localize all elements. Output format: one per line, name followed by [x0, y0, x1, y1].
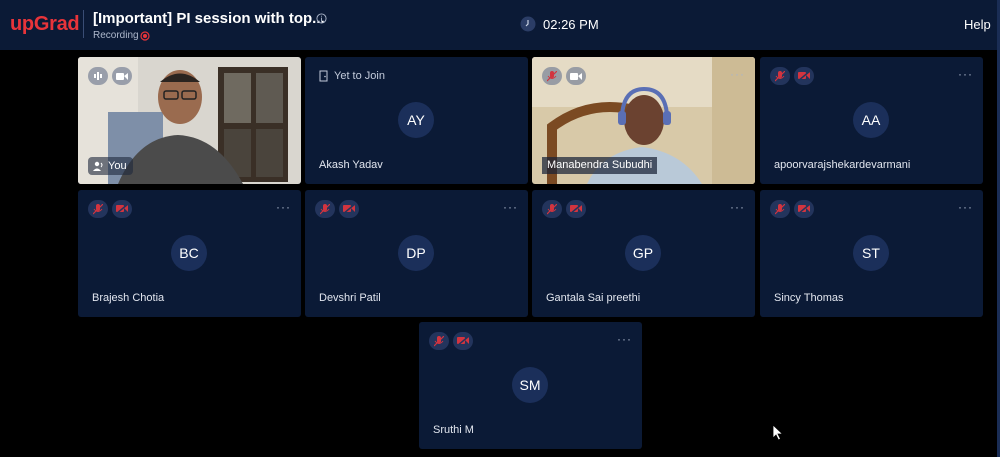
camera-icon — [570, 72, 582, 80]
more-options-icon[interactable]: ··· — [730, 201, 745, 213]
avatar: SM — [512, 367, 548, 403]
info-icon[interactable] — [316, 13, 327, 24]
mic-muted-icon — [93, 203, 103, 214]
participant-tile[interactable]: ··· ST Sincy Thomas — [760, 190, 983, 317]
more-options-icon[interactable]: ··· — [276, 201, 291, 213]
camera-off-button[interactable] — [339, 200, 359, 218]
recording-dot-icon — [140, 31, 150, 41]
mic-muted-button[interactable] — [770, 200, 790, 218]
person-speaking-icon — [93, 161, 103, 171]
participant-tile[interactable]: ··· AA apoorvarajshekardevarmani — [760, 57, 983, 184]
upgrad-logo: upGrad — [10, 13, 80, 35]
camera-button[interactable] — [112, 67, 132, 85]
participant-name: Sruthi M — [433, 424, 474, 436]
help-link[interactable]: Help — [964, 17, 991, 32]
mic-muted-button[interactable] — [542, 67, 562, 85]
participant-name: Brajesh Chotia — [92, 292, 165, 304]
recording-label: Recording — [93, 30, 139, 41]
audio-level-button[interactable] — [88, 67, 108, 85]
camera-off-icon — [798, 71, 810, 81]
mic-muted-icon — [434, 335, 444, 346]
mic-muted-icon — [775, 203, 785, 214]
mic-muted-icon — [775, 70, 785, 81]
participant-tile-you[interactable]: You — [78, 57, 301, 184]
more-options-icon[interactable]: ··· — [958, 201, 973, 213]
mic-muted-button[interactable] — [429, 332, 449, 350]
camera-icon — [116, 72, 128, 80]
mic-muted-button[interactable] — [770, 67, 790, 85]
clock-icon — [520, 16, 536, 32]
camera-off-icon — [798, 204, 810, 214]
camera-off-button[interactable] — [566, 200, 586, 218]
camera-off-button[interactable] — [453, 332, 473, 350]
clock-time: 02:26 PM — [543, 17, 599, 32]
more-options-icon[interactable]: ··· — [958, 68, 973, 80]
participant-name: Sincy Thomas — [774, 292, 844, 304]
camera-off-icon — [343, 204, 355, 214]
audio-bars-icon — [94, 72, 102, 80]
more-options-icon[interactable]: ··· — [503, 201, 518, 213]
participant-tile[interactable]: ··· DP Devshri Patil — [305, 190, 528, 317]
avatar: GP — [625, 235, 661, 271]
participant-name: Gantala Sai preethi — [546, 292, 641, 304]
top-bar: upGrad [Important] PI session with top..… — [0, 0, 1000, 50]
camera-off-button[interactable] — [794, 200, 814, 218]
mic-muted-button[interactable] — [542, 200, 562, 218]
participant-tile[interactable]: ··· Manabendra Subudhi — [532, 57, 755, 184]
participant-name: apoorvarajshekardevarmani — [774, 159, 911, 171]
mic-muted-icon — [547, 203, 557, 214]
camera-off-icon — [570, 204, 582, 214]
participant-tile[interactable]: ··· BC Brajesh Chotia — [78, 190, 301, 317]
camera-button[interactable] — [566, 67, 586, 85]
avatar: BC — [171, 235, 207, 271]
self-name-chip: You — [88, 157, 133, 175]
participant-name: Akash Yadav — [319, 159, 383, 171]
participant-tile[interactable]: ··· GP Gantala Sai preethi — [532, 190, 755, 317]
avatar: AY — [398, 102, 434, 138]
mic-muted-button[interactable] — [88, 200, 108, 218]
more-options-icon[interactable]: ··· — [617, 333, 632, 345]
more-options-icon[interactable]: ··· — [730, 68, 745, 80]
participant-name: Manabendra Subudhi — [542, 157, 658, 174]
camera-off-icon — [457, 336, 469, 346]
self-name: You — [108, 160, 127, 172]
session-title: [Important] PI session with top... — [93, 10, 325, 27]
participant-tile[interactable]: Yet to Join AY Akash Yadav — [305, 57, 528, 184]
mouse-cursor-icon — [772, 424, 784, 441]
mic-muted-icon — [320, 203, 330, 214]
camera-off-button[interactable] — [794, 67, 814, 85]
header-divider — [83, 10, 84, 38]
camera-off-icon — [116, 204, 128, 214]
mic-muted-icon — [547, 70, 557, 81]
door-icon — [319, 70, 328, 82]
avatar: AA — [853, 102, 889, 138]
mic-muted-button[interactable] — [315, 200, 335, 218]
camera-off-button[interactable] — [112, 200, 132, 218]
participant-tile[interactable]: ··· SM Sruthi M — [419, 322, 642, 449]
yet-to-join-status: Yet to Join — [334, 70, 385, 82]
avatar: DP — [398, 235, 434, 271]
avatar: ST — [853, 235, 889, 271]
participant-name: Devshri Patil — [319, 292, 381, 304]
